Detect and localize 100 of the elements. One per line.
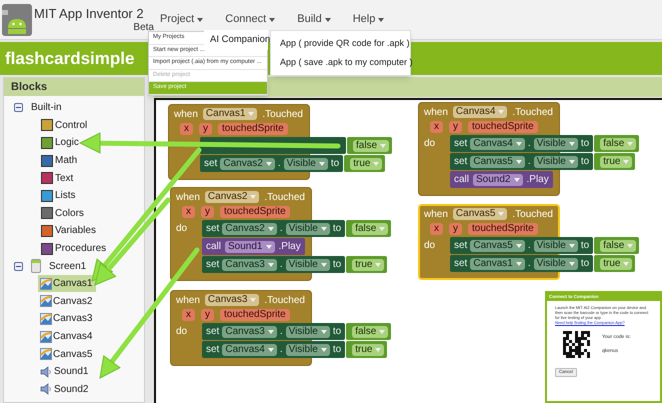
dot-separator: .: [528, 239, 531, 253]
parameter[interactable]: y: [199, 123, 212, 135]
value-dropdown[interactable]: true: [352, 344, 384, 356]
tree-item[interactable]: Variables: [55, 223, 96, 238]
parameter[interactable]: x: [180, 123, 193, 135]
tree-item[interactable]: Control: [55, 118, 88, 133]
keyword: do: [424, 137, 436, 151]
parameter[interactable]: touchedSprite: [468, 223, 538, 235]
menu-item[interactable]: Project: [160, 11, 204, 28]
keyword: to: [332, 222, 342, 236]
property-dropdown[interactable]: Visible: [286, 258, 330, 270]
speaker-icon: [40, 383, 53, 396]
menu-item[interactable]: Build: [297, 11, 331, 28]
component-dropdown[interactable]: Sound1: [225, 240, 274, 252]
keyword: do: [176, 222, 188, 236]
caret-icon: [320, 348, 327, 352]
tree-item[interactable]: Canvas3: [38, 310, 96, 328]
keyword: when: [424, 208, 448, 222]
component-dropdown[interactable]: Canvas3: [222, 326, 277, 338]
caret-icon: [516, 142, 522, 146]
tree-item[interactable]: Canvas1: [38, 275, 96, 292]
value-dropdown[interactable]: true: [352, 258, 384, 270]
tree-item[interactable]: Logic: [55, 135, 79, 150]
property-dropdown[interactable]: Visible: [286, 344, 330, 356]
tree-item[interactable]: Colors: [55, 206, 84, 221]
value-dropdown[interactable]: false: [600, 138, 636, 150]
tree-item[interactable]: Sound1: [38, 363, 92, 380]
component-dropdown[interactable]: Sound2: [473, 174, 522, 186]
menu-item[interactable]: Connect: [225, 11, 276, 28]
property-dropdown[interactable]: Visible: [534, 138, 578, 150]
caret-icon: [268, 348, 274, 352]
property-dropdown[interactable]: Visible: [284, 158, 328, 170]
menu-item[interactable]: Help: [352, 11, 384, 28]
component-dropdown[interactable]: Canvas1: [470, 258, 525, 270]
menu-option[interactable]: App ( save .apk to my computer ): [271, 53, 410, 72]
component-dropdown[interactable]: Canvas5: [470, 240, 525, 252]
component-dropdown[interactable]: Canvas3: [204, 294, 260, 306]
collapse-icon[interactable]: [14, 262, 23, 271]
picture-icon: [40, 312, 52, 325]
caret-icon: [498, 110, 504, 114]
parameter[interactable]: touchedSprite: [220, 206, 290, 218]
tree-item[interactable]: Canvas4: [38, 328, 96, 346]
parameter[interactable]: x: [430, 121, 443, 133]
parameter[interactable]: y: [449, 223, 462, 235]
parameter[interactable]: y: [201, 309, 214, 321]
tree-item[interactable]: Math: [55, 153, 78, 168]
component-dropdown[interactable]: Canvas5: [452, 208, 508, 220]
collapse-icon[interactable]: [14, 103, 23, 112]
tree-item[interactable]: Canvas2: [38, 292, 96, 310]
project-name: flashcardsimple: [5, 48, 134, 70]
caret-icon: [268, 330, 274, 334]
property-dropdown[interactable]: Visible: [286, 326, 330, 338]
value-dropdown[interactable]: true: [350, 158, 382, 170]
parameter[interactable]: x: [182, 309, 195, 321]
parameter[interactable]: touchedSprite: [218, 123, 288, 135]
parameter[interactable]: y: [449, 121, 462, 133]
keyword: do: [176, 325, 188, 339]
component-dropdown[interactable]: Canvas3: [222, 258, 277, 270]
keyword: when: [176, 190, 200, 204]
parameter[interactable]: touchedSprite: [220, 309, 290, 321]
menu-option[interactable]: App ( provide QR code for .apk ): [271, 34, 410, 53]
picture-icon: [40, 278, 52, 290]
keyword: set: [206, 325, 220, 339]
tree-item[interactable]: Procedures: [55, 241, 106, 256]
component-dropdown[interactable]: Canvas2: [220, 158, 275, 170]
parameter[interactable]: y: [201, 206, 214, 218]
property-dropdown[interactable]: Visible: [286, 222, 330, 234]
component-dropdown[interactable]: Canvas1: [202, 108, 258, 120]
tree-item[interactable]: Lists: [55, 188, 76, 204]
component-dropdown[interactable]: Canvas4: [452, 106, 508, 118]
value-dropdown[interactable]: false: [353, 140, 390, 152]
keyword: to: [332, 325, 342, 339]
value-dropdown[interactable]: true: [600, 156, 632, 168]
keyword: set: [206, 258, 220, 272]
property-dropdown[interactable]: Visible: [534, 156, 578, 168]
tree-item[interactable]: Built-in: [31, 100, 62, 116]
component-dropdown[interactable]: Canvas2: [222, 222, 277, 234]
tree-item[interactable]: Screen1: [49, 258, 86, 274]
parameter[interactable]: x: [430, 223, 443, 235]
component-dropdown[interactable]: Canvas4: [222, 344, 277, 356]
picture-icon: [40, 330, 52, 343]
component-dropdown[interactable]: Canvas4: [470, 138, 525, 150]
value-dropdown[interactable]: false: [600, 240, 636, 252]
tree-item[interactable]: Canvas5: [38, 346, 96, 363]
caret-icon: [250, 298, 256, 302]
parameter[interactable]: x: [182, 206, 195, 218]
value-dropdown[interactable]: false: [352, 222, 388, 234]
keyword: set: [454, 239, 468, 253]
menu-option[interactable]: AI Companion: [210, 32, 270, 48]
value-dropdown[interactable]: false: [352, 326, 388, 338]
value-dropdown[interactable]: true: [600, 258, 632, 270]
keyword: when: [174, 108, 198, 122]
property-dropdown[interactable]: Visible: [534, 240, 578, 252]
component-dropdown[interactable]: Canvas2: [204, 191, 260, 203]
tree-item[interactable]: Sound2: [38, 380, 92, 398]
parameter[interactable]: touchedSprite: [468, 121, 538, 133]
keyword: when: [176, 294, 200, 308]
property-dropdown[interactable]: Visible: [534, 258, 578, 270]
tree-item[interactable]: Text: [55, 170, 74, 186]
component-dropdown[interactable]: Canvas5: [470, 156, 525, 168]
